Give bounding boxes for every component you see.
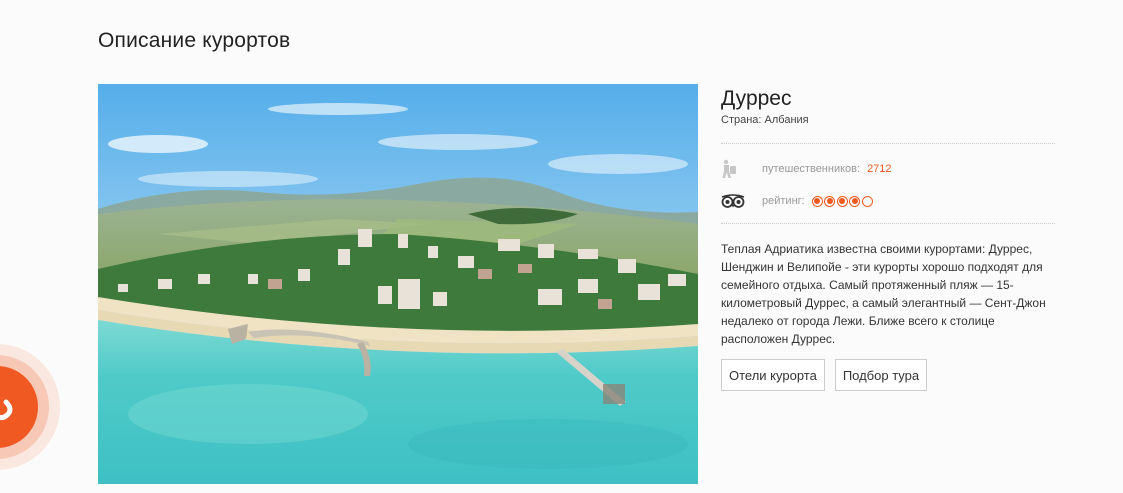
travelers-count: 2712 [867, 163, 892, 175]
resort-info-panel: Дуррес Страна: Албания путешественников:… [721, 84, 1055, 391]
resort-name: Дуррес [721, 87, 792, 110]
rating-dot-filled [811, 195, 823, 207]
rating-stars [811, 195, 875, 207]
divider [721, 143, 1055, 144]
rating-dot-filled [849, 195, 861, 207]
travelers-label: путешественников: [762, 163, 861, 175]
traveler-icon [721, 159, 762, 179]
rating-dot-filled [824, 195, 836, 207]
tripadvisor-owl-icon [721, 194, 762, 208]
resort-country: Страна: Албания [721, 114, 809, 126]
callback-widget[interactable] [0, 344, 60, 470]
tour-search-button[interactable]: Подбор тура [834, 359, 928, 391]
travelers-row: путешественников: 2712 [721, 157, 1055, 181]
resort-description: Теплая Адриатика известна своими курорта… [721, 242, 1046, 346]
section-title: Описание курортов [98, 29, 291, 52]
action-buttons: Отели курорта Подбор тура [721, 359, 1055, 391]
rating-label: рейтинг: [762, 195, 805, 207]
rating-row: рейтинг: [721, 189, 1055, 213]
resort-hotels-button[interactable]: Отели курорта [721, 359, 825, 391]
rating-dot-empty [861, 195, 873, 207]
rating-dot-filled [836, 195, 848, 207]
resort-photo [98, 84, 698, 484]
divider [721, 223, 1055, 224]
resort-description-page: Описание курортов Дуррес Страна: Албания… [0, 0, 1123, 493]
